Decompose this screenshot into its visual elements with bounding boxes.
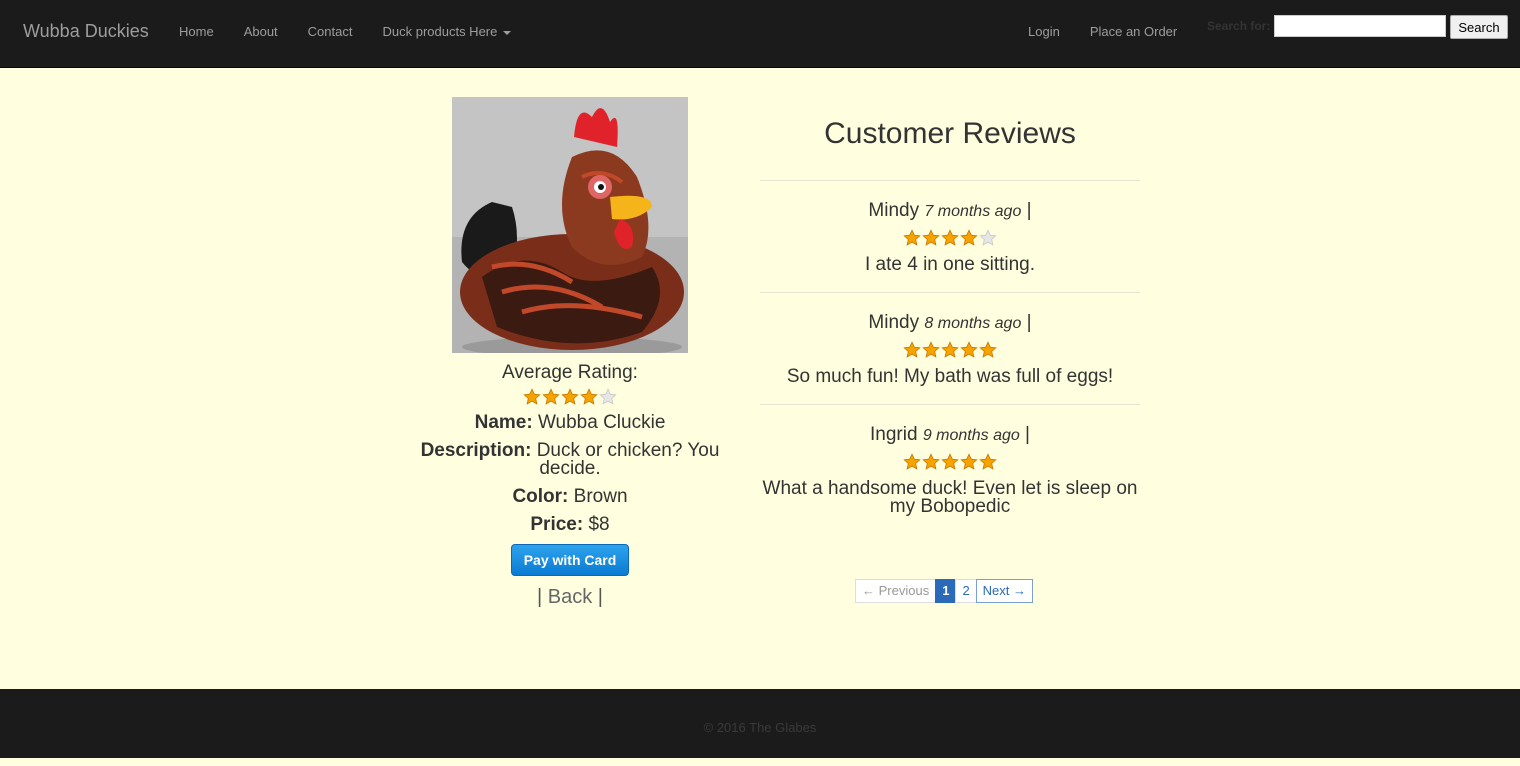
review-text: So much fun! My bath was full of eggs!	[786, 366, 1114, 387]
review-author: Mindy	[868, 312, 920, 333]
star-filled-icon	[941, 453, 959, 470]
star-filled-icon	[580, 388, 598, 405]
average-rating-label: Average Rating:	[502, 362, 638, 383]
review-separator: |	[1025, 424, 1030, 445]
product-price: $8	[588, 514, 610, 535]
search-input[interactable]	[1274, 15, 1447, 37]
rubber-chicken-image	[452, 97, 688, 353]
star-filled-icon	[941, 341, 959, 358]
pay-with-card-button[interactable]: Pay with Card	[510, 544, 630, 576]
review-time: 7 months ago	[924, 203, 1022, 220]
product-color-row: Color: Brown	[400, 486, 740, 507]
pagination-previous: ← Previous	[855, 579, 937, 603]
review-time: 8 months ago	[924, 315, 1022, 332]
review-separator: |	[1026, 200, 1032, 221]
nav-duck-products-dropdown[interactable]: Duck products Here	[367, 0, 526, 67]
review-item: Mindy 8 months ago | So much fun! My bat…	[760, 292, 1140, 404]
review-header: Mindy 8 months ago |	[760, 312, 1140, 335]
review-author: Ingrid	[870, 424, 918, 445]
nav-about[interactable]: About	[229, 0, 293, 67]
nav-login[interactable]: Login	[1013, 0, 1075, 67]
caret-down-icon	[503, 30, 512, 35]
star-filled-icon	[523, 388, 541, 405]
star-rating	[523, 388, 617, 406]
star-filled-icon	[542, 388, 560, 405]
nav-contact[interactable]: Contact	[293, 0, 368, 67]
star-filled-icon	[979, 453, 997, 470]
star-rating	[903, 453, 997, 471]
brand-link[interactable]: Wubba Duckies	[23, 21, 149, 42]
star-filled-icon	[903, 341, 921, 358]
pagination-page-1[interactable]: 1	[935, 579, 957, 603]
star-filled-icon	[903, 229, 921, 246]
reviews-pagination: ← Previous 1 2 Next →	[855, 579, 1034, 603]
average-rating-stars	[400, 388, 740, 406]
review-item: Mindy 7 months ago | I ate 4 in one sitt…	[760, 180, 1140, 292]
star-filled-icon	[922, 341, 940, 358]
customer-reviews-panel: Customer Reviews Mindy 7 months ago | I …	[760, 97, 1140, 534]
pagination-next[interactable]: Next →	[975, 579, 1034, 603]
star-filled-icon	[960, 229, 978, 246]
star-rating	[903, 341, 997, 359]
pagination-page-2[interactable]: 2	[955, 579, 977, 603]
dropdown-label: Duck products Here	[382, 24, 498, 39]
back-right-separator: |	[597, 586, 603, 608]
search-form: Search for: Search	[1207, 15, 1508, 39]
price-label: Price:	[530, 514, 584, 535]
nav-home[interactable]: Home	[164, 0, 229, 67]
reviews-title: Customer Reviews	[824, 117, 1076, 150]
product-panel: Average Rating: Name: Wubba Cluckie Desc…	[400, 97, 740, 609]
star-filled-icon	[960, 341, 978, 358]
product-image	[452, 97, 688, 353]
product-price-row: Price: $8	[400, 514, 740, 535]
star-empty-icon	[979, 229, 997, 246]
star-filled-icon	[979, 341, 997, 358]
footer: © 2016 The Glabes	[0, 689, 1520, 758]
star-filled-icon	[922, 229, 940, 246]
back-left-separator: |	[537, 586, 543, 608]
star-filled-icon	[941, 229, 959, 246]
product-description-row: Description: Duck or chicken? You decide…	[400, 440, 740, 479]
footer-copyright: © 2016 The Glabes	[703, 720, 817, 735]
search-button[interactable]: Search	[1450, 15, 1508, 39]
right-nav: Login Place an Order	[1013, 0, 1192, 67]
product-name-row: Name: Wubba Cluckie	[400, 412, 740, 433]
review-time: 9 months ago	[922, 427, 1020, 444]
review-header: Mindy 7 months ago |	[760, 200, 1140, 223]
star-empty-icon	[599, 388, 617, 405]
review-item: Ingrid 9 months ago | What a handsome du…	[760, 404, 1140, 534]
main-nav: Home About Contact Duck products Here	[164, 0, 526, 67]
star-filled-icon	[561, 388, 579, 405]
search-label: Search for:	[1207, 19, 1271, 33]
review-text: I ate 4 in one sitting.	[864, 254, 1036, 275]
nav-place-order[interactable]: Place an Order	[1075, 0, 1192, 67]
review-author: Mindy	[868, 200, 920, 221]
back-link[interactable]: Back	[548, 586, 592, 608]
product-description: Duck or chicken? You decide.	[536, 440, 720, 479]
top-navbar: Wubba Duckies Home About Contact Duck pr…	[0, 0, 1520, 68]
back-row: | Back |	[400, 586, 740, 609]
description-label: Description:	[420, 440, 532, 461]
review-header: Ingrid 9 months ago |	[760, 424, 1140, 447]
star-filled-icon	[903, 453, 921, 470]
product-name: Wubba Cluckie	[537, 412, 666, 433]
star-filled-icon	[960, 453, 978, 470]
review-separator: |	[1026, 312, 1032, 333]
name-label: Name:	[474, 412, 533, 433]
star-filled-icon	[922, 453, 940, 470]
product-color: Brown	[573, 486, 628, 507]
star-rating	[903, 229, 997, 247]
color-label: Color:	[512, 486, 569, 507]
review-text: What a handsome duck! Even let is sleep …	[762, 478, 1138, 517]
